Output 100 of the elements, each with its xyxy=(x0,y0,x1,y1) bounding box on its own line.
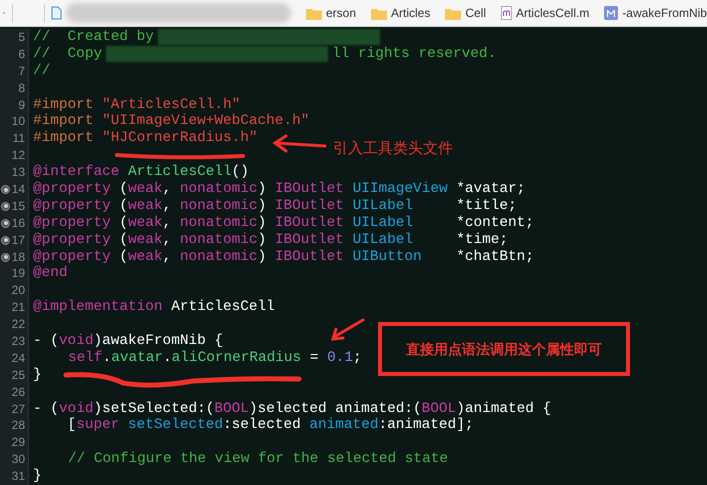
folder-icon xyxy=(306,6,322,20)
line-number: 23 xyxy=(12,333,25,350)
code-token: ) xyxy=(258,248,268,266)
outlet-connection-icon[interactable] xyxy=(1,202,10,211)
line-number: 24 xyxy=(12,350,25,367)
line-number: 18 xyxy=(12,248,25,266)
code-token: ) xyxy=(258,198,268,215)
code-token: nonatomic xyxy=(180,181,258,198)
breadcrumb-item[interactable]: erson xyxy=(326,4,356,22)
line-number: 19 xyxy=(12,265,25,282)
code-token: setSelected xyxy=(128,417,224,434)
code-token: IBOutlet xyxy=(274,198,345,215)
code-token: IBOutlet xyxy=(274,248,345,266)
line-number: 25 xyxy=(12,366,25,384)
code-token: ll rights reserved. xyxy=(332,46,496,63)
code-token: nonatomic xyxy=(180,198,258,215)
code-token: ( xyxy=(118,198,128,215)
line-number: 17 xyxy=(12,232,25,249)
code-token: @property xyxy=(33,232,111,249)
code-token: [ xyxy=(66,417,76,434)
code-token: ) xyxy=(258,232,268,249)
code-token: :animated]; xyxy=(378,417,474,434)
code-token: BOOL xyxy=(214,400,249,418)
arrow-icon xyxy=(272,134,327,154)
code-token: void xyxy=(58,400,94,418)
line-number: 21 xyxy=(12,299,25,316)
code-token: weak xyxy=(128,232,163,249)
code-token: IBOutlet xyxy=(274,181,345,198)
code-token: UIImageView xyxy=(352,181,448,198)
code-token: ( xyxy=(118,232,128,249)
outlet-connection-icon[interactable] xyxy=(1,252,10,262)
code-token: UILabel xyxy=(352,214,414,232)
line-number: 31 xyxy=(12,468,25,485)
code-token: *title; xyxy=(455,198,517,215)
code-token: *chatBtn; xyxy=(455,248,534,266)
code-token: // Copy xyxy=(33,46,102,63)
method-icon xyxy=(604,6,618,20)
folder-icon xyxy=(445,6,462,20)
code-token: nonatomic xyxy=(180,214,258,232)
code-token: #import xyxy=(33,113,94,130)
breadcrumb-item[interactable]: Cell xyxy=(465,4,486,22)
code-token: )setSelected:( xyxy=(93,400,214,418)
code-token: // xyxy=(33,62,50,80)
code-token: *time; xyxy=(455,232,508,249)
outlet-connection-icon[interactable] xyxy=(1,236,10,245)
line-number: 5 xyxy=(18,29,25,46)
code-token: void xyxy=(58,333,94,350)
folder-icon xyxy=(370,6,387,20)
code-token: weak xyxy=(128,214,163,232)
outlet-connection-icon[interactable] xyxy=(1,185,10,194)
code-token: animated xyxy=(309,417,378,434)
code-token: @property xyxy=(33,198,111,215)
code-token: } xyxy=(33,468,42,485)
code-token: )selected animated:( xyxy=(248,400,422,418)
file-icon xyxy=(50,6,62,20)
code-token: "HJCornerRadius.h" xyxy=(102,130,258,148)
code-token: 0.1 xyxy=(327,350,354,367)
annotation-text: 直接用点语法调用这个属性即可 xyxy=(406,340,602,359)
code-token: . xyxy=(163,350,172,367)
code-token: ArticlesCell xyxy=(128,164,232,182)
code-token: aliCornerRadius xyxy=(172,350,302,367)
code-token: @property xyxy=(33,248,111,266)
breadcrumb-item[interactable]: ArticlesCell.m xyxy=(516,4,590,22)
code-token: - ( xyxy=(33,400,59,418)
code-token: , xyxy=(162,214,172,232)
line-number: 27 xyxy=(12,400,25,418)
breadcrumb-item[interactable]: Articles xyxy=(390,4,430,22)
code-token: // Created by xyxy=(33,29,154,46)
code-token: @property xyxy=(33,181,111,198)
line-number: 30 xyxy=(12,451,25,468)
code-token: ( xyxy=(118,214,128,232)
code-token: ( xyxy=(118,248,128,266)
code-token: )animated { xyxy=(456,400,552,418)
code-token: nonatomic xyxy=(180,232,258,249)
code-token: ArticlesCell xyxy=(171,299,275,316)
code-token: , xyxy=(162,181,172,198)
code-token: IBOutlet xyxy=(274,214,345,232)
code-token: ) xyxy=(258,214,268,232)
line-number: 15 xyxy=(12,198,25,215)
line-number: 9 xyxy=(18,96,25,114)
outlet-connection-icon[interactable] xyxy=(1,218,10,228)
source-file-icon xyxy=(500,6,512,20)
code-token: )awakeFromNib { xyxy=(93,333,224,350)
code-token: weak xyxy=(128,248,163,266)
code-token: "ArticlesCell.h" xyxy=(102,96,240,114)
code-token: :selected xyxy=(223,417,302,434)
line-number: 26 xyxy=(12,384,25,401)
code-token: ( xyxy=(118,181,128,198)
breadcrumb-item[interactable]: -awakeFromNib xyxy=(622,4,707,22)
code-token: . xyxy=(102,350,112,367)
line-number: 16 xyxy=(12,214,25,232)
code-token: UILabel xyxy=(352,198,414,215)
line-number: 11 xyxy=(12,130,25,148)
annotation-text: 引入工具类头文件 xyxy=(333,139,453,159)
code-token: *avatar; xyxy=(455,181,526,198)
code-token: , xyxy=(162,232,172,249)
code-token: , xyxy=(162,248,172,266)
code-token: ; xyxy=(353,350,362,367)
code-token: *content; xyxy=(455,214,534,232)
code-token: super xyxy=(76,417,120,434)
